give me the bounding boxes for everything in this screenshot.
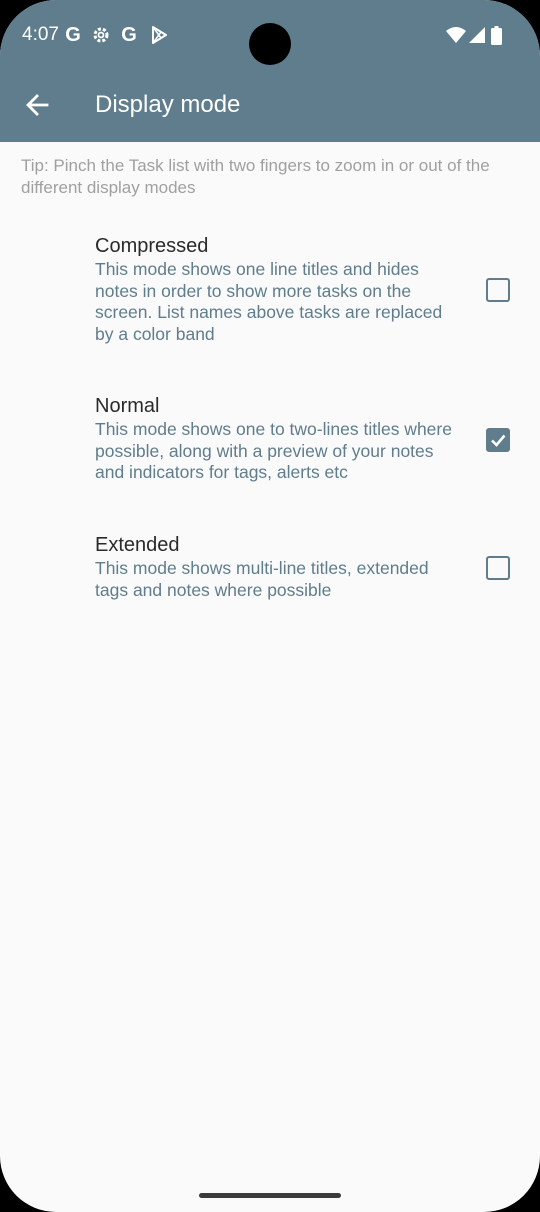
option-title: Normal [95, 395, 160, 417]
option-title: Extended [95, 534, 180, 556]
google-icon-2: G [121, 23, 137, 46]
status-bar: 4:07 G G [0, 0, 540, 72]
battery-icon [489, 24, 503, 46]
option-extended[interactable]: Extended This mode shows multi-line titl… [95, 532, 525, 612]
google-icon: G [65, 23, 81, 46]
option-description: This mode shows multi-line titles, exten… [95, 558, 429, 600]
normal-checkbox[interactable] [486, 428, 510, 452]
compressed-checkbox[interactable] [486, 278, 510, 302]
gesture-navigation-bar[interactable] [199, 1193, 341, 1198]
extended-checkbox[interactable] [486, 556, 510, 580]
option-title: Compressed [95, 235, 209, 257]
option-compressed[interactable]: Compressed This mode shows one line titl… [95, 233, 525, 353]
settings-gear-icon [90, 24, 112, 46]
screen: 4:07 G G Display mode Tip: Pinch the Tas… [0, 0, 540, 1212]
status-time: 4:07 [22, 24, 59, 45]
checkmark-icon [491, 434, 506, 447]
page-title: Display mode [95, 91, 241, 118]
play-store-icon [148, 24, 170, 46]
option-normal[interactable]: Normal This mode shows one to two-lines … [95, 393, 525, 493]
option-description: This mode shows one line titles and hide… [95, 259, 443, 344]
option-description: This mode shows one to two-lines titles … [95, 419, 452, 482]
back-arrow-icon[interactable] [22, 90, 52, 120]
wifi-icon [444, 24, 468, 46]
cellular-signal-icon [466, 24, 488, 46]
tip-text: Tip: Pinch the Task list with two finger… [21, 156, 490, 197]
camera-cutout [249, 23, 291, 65]
